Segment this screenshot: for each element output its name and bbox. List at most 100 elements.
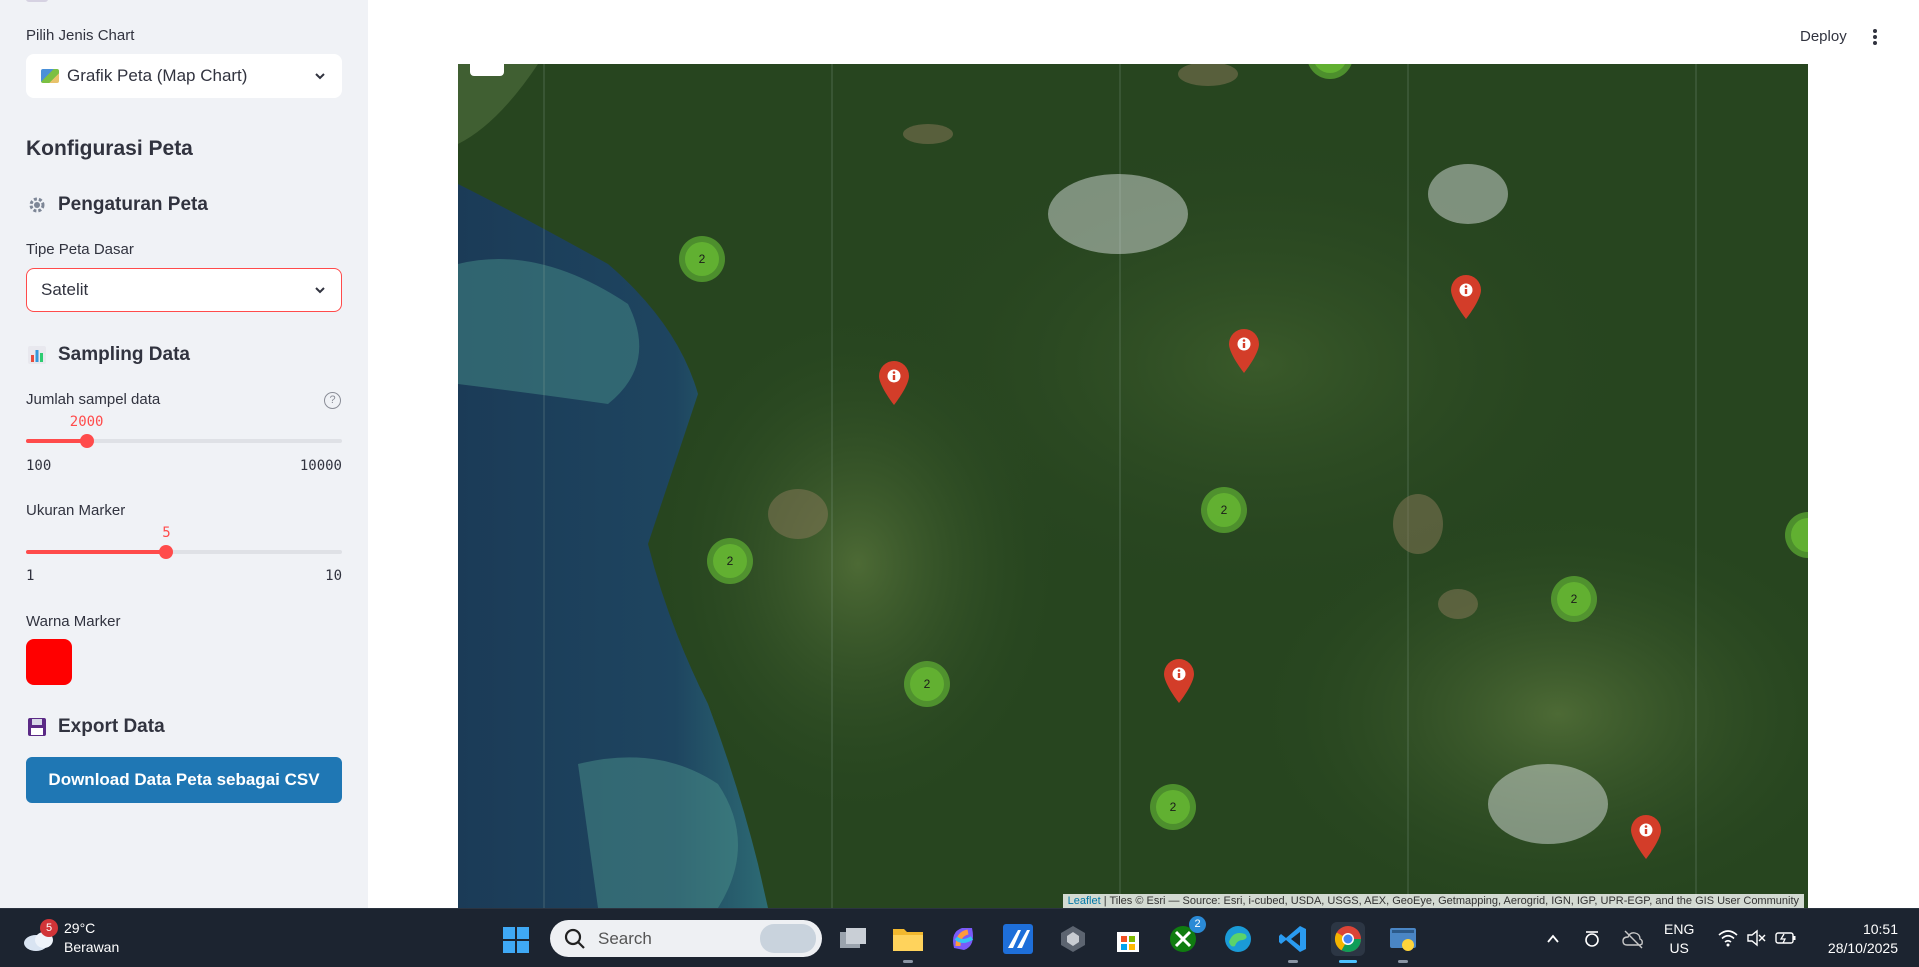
map-settings-heading: Pengaturan Peta (26, 194, 208, 216)
marker-size-max: 10 (325, 568, 342, 584)
xbox-icon[interactable]: 2 (1166, 916, 1206, 956)
xbox-badge: 2 (1189, 916, 1206, 933)
language-indicator[interactable]: ENG US (1664, 920, 1694, 958)
taskbar-search-box[interactable]: Search (550, 920, 822, 957)
lang-line1: ENG (1664, 921, 1695, 937)
copilot-icon[interactable] (946, 922, 980, 956)
sidebar: Pilih Jenis Chart Grafik Peta (Map Chart… (0, 0, 368, 908)
attribution-text: | Tiles © Esri — Source: Esri, i-cubed, … (1103, 895, 1799, 907)
base-map-label: Tipe Peta Dasar (26, 241, 134, 258)
marker-cluster[interactable]: 2 (1150, 784, 1196, 830)
zoom-control[interactable] (470, 64, 504, 76)
volume-muted-icon[interactable] (1746, 929, 1766, 947)
wifi-icon[interactable] (1718, 929, 1738, 947)
hotspot-icon[interactable] (1583, 929, 1601, 949)
streamlit-app: Pilih Jenis Chart Grafik Peta (Map Chart… (0, 0, 1919, 908)
map-pin-info-icon[interactable] (877, 360, 911, 406)
temperature: 29°C (64, 920, 96, 936)
chart-type-label: Pilih Jenis Chart (26, 27, 135, 44)
search-icon (564, 928, 585, 949)
clock-time: 10:51 (1862, 921, 1898, 937)
search-placeholder: Search (598, 928, 652, 948)
bar-chart-icon (26, 344, 48, 366)
marker-size-slider[interactable] (26, 545, 342, 559)
world-map-icon (41, 69, 59, 83)
python-app-icon[interactable] (1386, 922, 1420, 963)
marker-cluster[interactable]: 2 (679, 236, 725, 282)
sample-slider[interactable] (26, 434, 342, 448)
base-map-value: Satelit (41, 280, 89, 299)
chart-type-select[interactable]: Grafik Peta (Map Chart) (26, 54, 342, 98)
marker-color-picker[interactable] (26, 639, 72, 685)
base-map-select[interactable]: Satelit (26, 268, 342, 312)
sample-label: Jumlah sampel data (26, 391, 161, 408)
weather-widget[interactable]: 5 29°C Berawan (22, 919, 119, 957)
marker-size-min: 1 (26, 568, 35, 584)
chevron-down-icon (315, 287, 325, 294)
lang-line2: US (1669, 940, 1689, 956)
visual-studio-app-icon[interactable] (1001, 922, 1035, 956)
satellite-map[interactable]: 2 2 2 2 2 2 Leaflet | Tiles © Esri — Sou… (458, 64, 1808, 908)
map-pin-info-icon[interactable] (1162, 658, 1196, 704)
cluster-count: 2 (1207, 493, 1241, 527)
deploy-button[interactable]: Deploy (1800, 28, 1847, 45)
export-heading: Export Data (26, 716, 165, 738)
cluster-inner (1791, 518, 1808, 552)
cloud-offline-icon[interactable] (1622, 929, 1644, 949)
gear-icon (26, 194, 48, 216)
active-indicator (1398, 960, 1408, 963)
cloudy-weather-icon: 5 (22, 919, 58, 953)
leaflet-link[interactable]: Leaflet (1068, 895, 1101, 907)
export-title: Export Data (58, 716, 165, 737)
chrome-browser-icon[interactable] (1331, 922, 1365, 963)
map-pin-info-icon[interactable] (1227, 328, 1261, 374)
map-pin-info-icon[interactable] (1629, 814, 1663, 860)
marker-color-label: Warna Marker (26, 613, 121, 630)
windows-start-icon[interactable] (503, 927, 529, 953)
marker-size-slider-thumb[interactable] (159, 545, 174, 559)
satellite-imagery (458, 64, 1808, 908)
vscode-icon[interactable] (1276, 922, 1310, 963)
weather-badge: 5 (40, 919, 58, 937)
cluster-inner (1313, 64, 1347, 73)
marker-cluster[interactable]: 2 (1201, 487, 1247, 533)
task-view-icon[interactable] (836, 922, 870, 956)
kebab-menu-icon[interactable] (1872, 28, 1878, 46)
active-indicator (1288, 960, 1298, 963)
config-title: Konfigurasi Peta (26, 137, 193, 160)
marker-cluster[interactable]: 2 (707, 538, 753, 584)
marker-size-slider-fill (26, 550, 167, 554)
windows-taskbar: 5 29°C Berawan Search 2 ENG US 10:51 28/… (0, 908, 1919, 967)
file-explorer-icon[interactable] (891, 922, 925, 963)
cluster-count: 2 (1557, 582, 1591, 616)
sample-slider-value: 2000 (69, 414, 104, 430)
marker-size-label: Ukuran Marker (26, 502, 126, 519)
cluster-count: 2 (685, 242, 719, 276)
battery-charging-icon[interactable] (1775, 930, 1797, 946)
marker-cluster[interactable]: 2 (904, 661, 950, 707)
sample-max: 10000 (299, 458, 342, 474)
map-pin-info-icon[interactable] (1449, 274, 1483, 320)
active-indicator (1339, 960, 1357, 963)
cluster-count: 2 (1156, 790, 1190, 824)
marker-cluster[interactable]: 2 (1551, 576, 1597, 622)
microsoft-store-icon[interactable] (1111, 922, 1145, 956)
sidebar-header-emoji-icon (26, 0, 48, 2)
sample-slider-fill (26, 439, 87, 443)
clock-date: 28/10/2025 (1827, 940, 1898, 956)
download-csv-button[interactable]: Download Data Peta sebagai CSV (26, 757, 342, 803)
map-settings-title: Pengaturan Peta (58, 194, 208, 215)
map-attribution: Leaflet | Tiles © Esri — Source: Esri, i… (1062, 894, 1804, 908)
chevron-up-icon[interactable] (1545, 931, 1561, 947)
help-icon[interactable]: ? (324, 392, 341, 409)
chevron-down-icon (315, 73, 325, 80)
search-highlight-bird-icon (760, 924, 816, 953)
sample-slider-thumb[interactable] (79, 434, 94, 448)
sampling-title: Sampling Data (58, 344, 190, 365)
system-clock[interactable]: 10:51 28/10/2025 (1818, 920, 1898, 958)
edge-browser-icon[interactable] (1221, 922, 1255, 956)
floppy-disk-icon (26, 716, 48, 738)
sampling-heading: Sampling Data (26, 344, 190, 366)
active-indicator (903, 960, 913, 963)
unity-hub-icon[interactable] (1056, 922, 1090, 956)
